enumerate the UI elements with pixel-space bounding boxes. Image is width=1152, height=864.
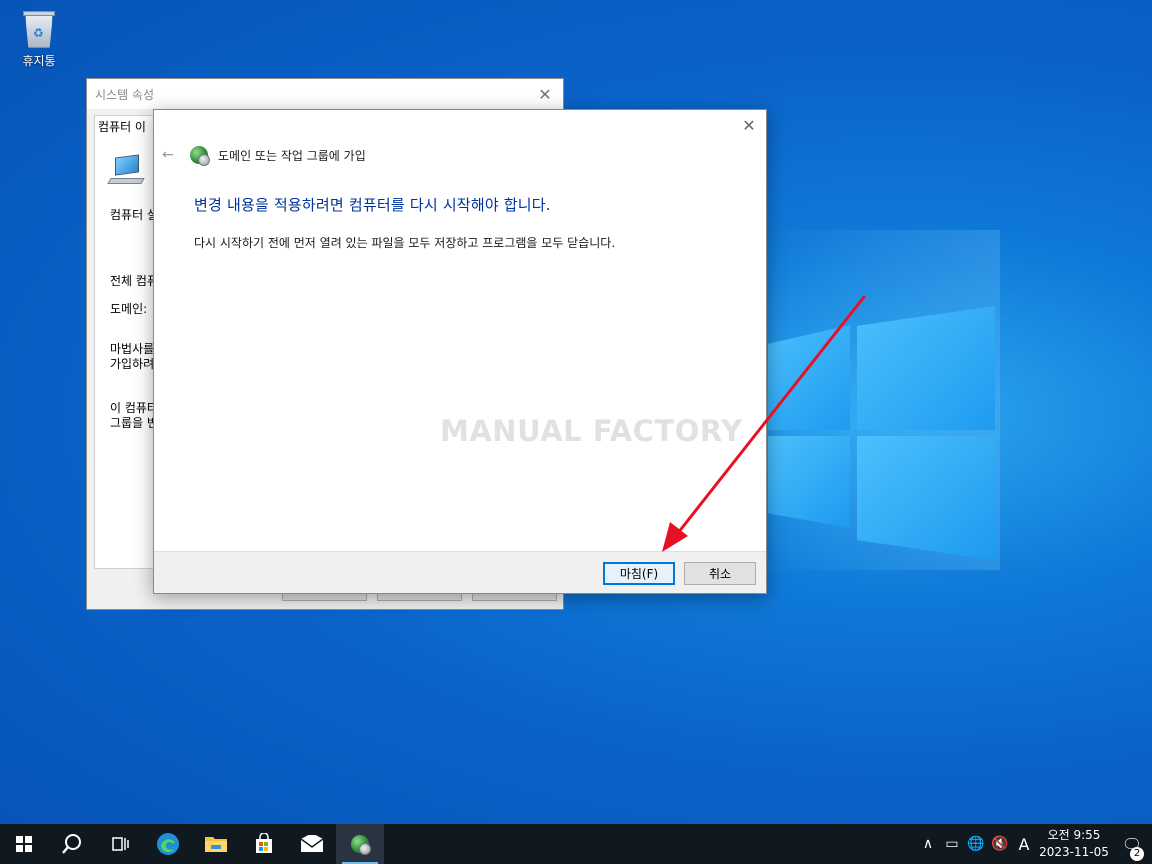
system-tray: ∧ ▭ 🌐 🔇 A 오전 9:55 2023-11-05 🗨 2 [916,824,1152,864]
wizard-text-line: 마법사를 [110,342,155,356]
windows-logo-pane [857,436,995,560]
taskbar-mail[interactable] [288,824,336,864]
windows-start-icon [16,836,32,852]
taskbar-file-explorer[interactable] [192,824,240,864]
start-button[interactable] [0,824,48,864]
clock-time: 오전 9:55 [1047,828,1101,842]
finish-button[interactable]: 마침(F) [603,562,675,585]
windows-logo-pane [857,306,995,430]
notification-count-badge: 2 [1130,846,1144,861]
battery-icon[interactable]: ▭ [940,836,964,852]
system-properties-title: 시스템 속성 [95,87,155,102]
computer-description-label: 컴퓨터 설 [110,208,158,222]
taskbar-join-domain-app[interactable] [336,824,384,864]
dialog-title: 도메인 또는 작업 그룹에 가입 [218,148,366,163]
recycle-bin-label: 휴지통 [22,54,56,68]
dialog-header: ← 도메인 또는 작업 그룹에 가입 [162,146,366,166]
system-properties-titlebar[interactable]: 시스템 속성 ✕ [87,79,563,109]
dialog-footer: 마침(F) 취소 [154,551,766,593]
network-icon[interactable]: 🌐 [964,836,988,852]
full-computer-name-label: 전체 컴퓨 [110,274,158,288]
computer-icon [107,154,145,186]
wizard-text-line: 가입하려 [110,357,155,371]
ime-indicator[interactable]: A [1012,835,1036,854]
network-globe-icon [351,835,371,855]
rename-text-line: 그룹을 변 [110,416,158,430]
rename-text-line: 이 컴퓨터 [110,401,158,415]
windows-logo-pane [768,436,850,528]
mail-icon [300,835,324,852]
restart-instructions: 다시 시작하기 전에 먼저 열려 있는 파일을 모두 저장하고 프로그램을 모두… [194,236,616,250]
cancel-button[interactable]: 취소 [684,562,756,585]
restart-headline: 변경 내용을 적용하려면 컴퓨터를 다시 시작해야 합니다. [194,196,551,214]
search-icon [62,834,81,854]
action-center-button[interactable]: 🗨 2 [1112,835,1152,861]
recycle-bin-icon: ♻ [21,8,57,50]
taskbar-store[interactable] [240,824,288,864]
domain-label: 도메인: [110,302,148,316]
close-icon[interactable]: ✕ [535,85,555,104]
close-icon[interactable]: ✕ [740,116,758,135]
volume-muted-icon[interactable]: 🔇 [988,836,1012,852]
tab-computer-name[interactable]: 컴퓨터 이 [98,118,146,135]
clock-date: 2023-11-05 [1039,845,1109,859]
back-arrow-icon[interactable]: ← [162,147,180,163]
clock[interactable]: 오전 9:55 2023-11-05 [1036,827,1112,861]
chevron-up-icon[interactable]: ∧ [916,836,940,852]
taskbar-edge[interactable] [144,824,192,864]
desktop-icon-recycle-bin[interactable]: ♻ 휴지통 [12,8,66,69]
join-domain-dialog: ✕ ← 도메인 또는 작업 그룹에 가입 변경 내용을 적용하려면 컴퓨터를 다… [153,109,767,594]
network-globe-icon [190,146,210,166]
task-view-icon [112,837,129,851]
task-view-button[interactable] [96,824,144,864]
taskbar: ∧ ▭ 🌐 🔇 A 오전 9:55 2023-11-05 🗨 2 [0,824,1152,864]
search-button[interactable] [48,824,96,864]
folder-icon [205,837,227,852]
store-icon [256,833,272,853]
edge-browser-icon [157,833,179,855]
